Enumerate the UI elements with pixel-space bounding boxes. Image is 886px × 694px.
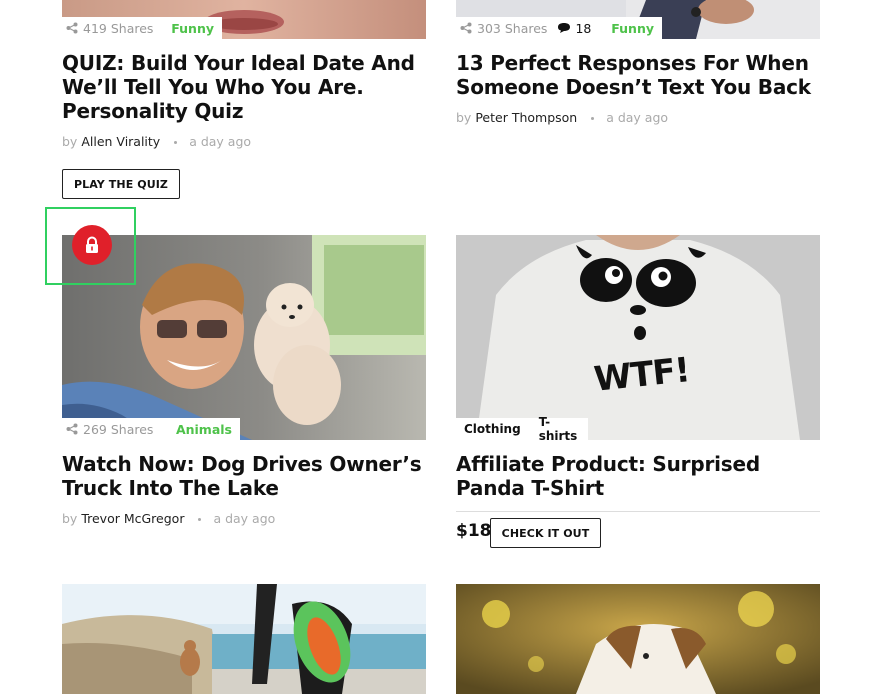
- category-link[interactable]: Animals: [176, 422, 232, 437]
- check-it-out-button[interactable]: CHECK IT OUT: [490, 518, 601, 548]
- lock-badge[interactable]: [72, 225, 112, 265]
- divider: [456, 511, 820, 512]
- post-meta-bar: 419 Shares Funny: [62, 17, 222, 39]
- share-count: 419: [83, 20, 107, 36]
- share-icon: [66, 22, 78, 34]
- author-link[interactable]: Peter Thompson: [475, 110, 577, 125]
- share-icon: [66, 423, 78, 435]
- separator-dot: [591, 117, 595, 120]
- share-count: 303: [477, 20, 501, 36]
- post-byline: by Allen Virality a day ago: [62, 134, 251, 149]
- author-link[interactable]: Allen Virality: [81, 134, 160, 149]
- product-tags-bar: Clothing T-shirts: [456, 415, 588, 443]
- post-thumbnail-dog-flowers[interactable]: [456, 584, 820, 694]
- post-title[interactable]: Watch Now: Dog Drives Owner’s Truck Into…: [62, 452, 426, 500]
- post-byline: by Trevor McGregor a day ago: [62, 511, 275, 526]
- post-time: a day ago: [213, 511, 276, 526]
- category-link[interactable]: Funny: [171, 21, 214, 36]
- share-label: Shares: [110, 20, 154, 36]
- by-label: by: [62, 511, 78, 526]
- post-byline: by Peter Thompson a day ago: [456, 110, 668, 125]
- separator-dot: [198, 518, 202, 521]
- by-label: by: [62, 134, 78, 149]
- post-title[interactable]: QUIZ: Build Your Ideal Date And We’ll Te…: [62, 51, 426, 123]
- play-quiz-button[interactable]: PLAY THE QUIZ: [62, 169, 180, 199]
- tag-link[interactable]: Clothing: [464, 422, 521, 436]
- post-thumbnail-beach-run[interactable]: [62, 584, 426, 694]
- product-title[interactable]: Affiliate Product: Surprised Panda T-Shi…: [456, 452, 820, 500]
- separator-dot: [174, 141, 178, 144]
- product-price: $18: [456, 521, 492, 541]
- lock-icon: [86, 236, 98, 253]
- post-time: a day ago: [189, 134, 252, 149]
- post-time: a day ago: [606, 110, 669, 125]
- post-title[interactable]: 13 Perfect Responses For When Someone Do…: [456, 51, 820, 99]
- share-icon: [460, 22, 472, 34]
- product-thumbnail-panda-shirt[interactable]: WTF!: [456, 235, 820, 440]
- comment-count[interactable]: 18: [575, 21, 591, 36]
- comment-icon[interactable]: [557, 22, 571, 34]
- tag-link[interactable]: T-shirts: [539, 415, 584, 443]
- category-link[interactable]: Funny: [611, 21, 654, 36]
- by-label: by: [456, 110, 472, 125]
- share-label: Shares: [110, 421, 154, 437]
- post-meta-bar: 269 Shares Animals: [62, 418, 240, 440]
- author-link[interactable]: Trevor McGregor: [81, 511, 184, 526]
- share-label: Shares: [504, 20, 548, 36]
- share-count: 269: [83, 421, 107, 437]
- post-meta-bar: 303 Shares 18 Funny: [456, 17, 662, 39]
